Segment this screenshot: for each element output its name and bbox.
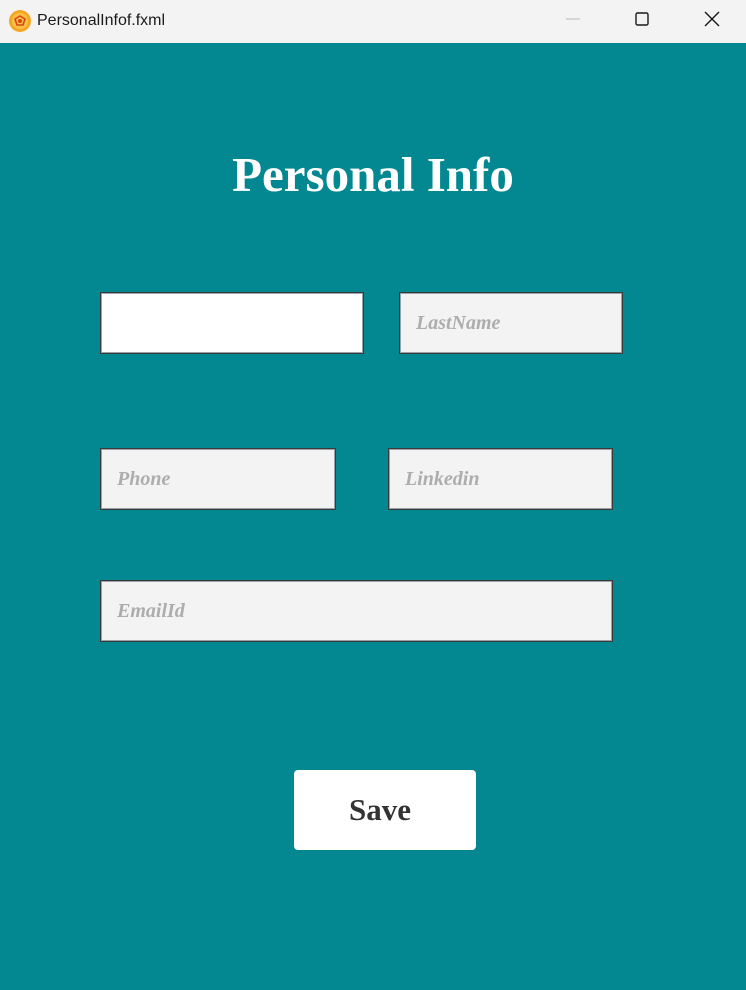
- page-title: Personal Info: [232, 147, 514, 202]
- maximize-button[interactable]: [619, 0, 665, 43]
- close-icon: [703, 10, 721, 33]
- window-title: PersonalInfof.fxml: [37, 12, 166, 29]
- minimize-button[interactable]: [550, 0, 596, 43]
- scene-builder-icon: [8, 9, 32, 33]
- form-panel: Personal Info Save: [0, 43, 746, 990]
- minimize-icon: [565, 11, 581, 32]
- maximize-icon: [634, 11, 650, 32]
- email-field[interactable]: [100, 580, 613, 642]
- window-titlebar: PersonalInfof.fxml: [0, 0, 746, 43]
- last-name-field[interactable]: [399, 292, 623, 354]
- first-name-field[interactable]: [100, 292, 364, 354]
- linkedin-field[interactable]: [388, 448, 613, 510]
- close-button[interactable]: [689, 0, 735, 43]
- phone-field[interactable]: [100, 448, 336, 510]
- save-button[interactable]: Save: [294, 770, 476, 850]
